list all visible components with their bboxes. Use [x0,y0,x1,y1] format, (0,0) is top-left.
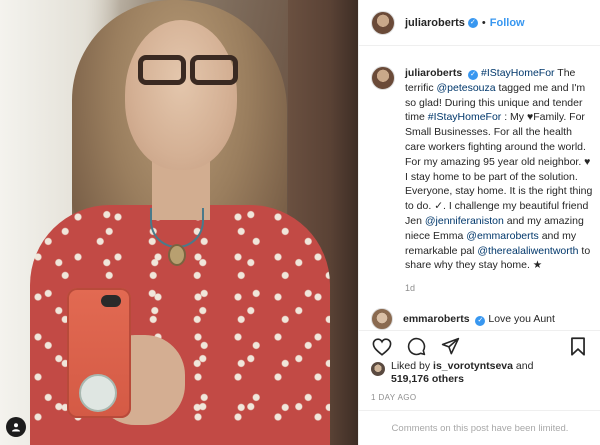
caption-link[interactable]: @petesouza [437,82,496,94]
heart-icon[interactable] [371,336,393,358]
liker-avatar[interactable] [371,362,385,376]
post-date[interactable]: 1 DAY AGO [371,393,417,402]
comment-row: emmaroberts ✓ Love you Aunt [371,308,593,330]
liker-username[interactable]: is_vorotyntseva [433,360,513,372]
caption-username[interactable]: juliaroberts [405,67,462,79]
likes-count-button[interactable]: 519,176 others [391,373,464,385]
caption-link[interactable]: @therealaliwentworth [477,245,578,257]
caption-body: juliaroberts ✓ #IStayHomeFor The terrifi… [405,66,593,273]
likes-and: and [513,360,534,372]
header-separator: • [481,16,486,29]
photo-phone [67,288,131,418]
caption-link[interactable]: #IStayHomeFor [481,67,555,79]
photo-glasses-left [138,55,186,85]
person-tag-icon[interactable] [6,417,26,437]
photo-phone-sticker [79,374,117,412]
photo-phone-camera [101,295,121,307]
comment-username[interactable]: emmaroberts [403,313,470,325]
photo-glasses-right [190,55,238,85]
commenter-avatar[interactable] [371,308,393,330]
caption-link[interactable]: #IStayHomeFor [428,111,502,123]
comments-limited-notice: Comments on this post have been limited. [359,410,600,445]
paper-plane-icon[interactable] [439,336,461,358]
post-caption: juliaroberts ✓ #IStayHomeFor The terrifi… [371,66,593,273]
caption-text: #IStayHomeFor The terrific @petesouza ta… [405,67,592,271]
comment-text: emmaroberts ✓ Love you Aunt [403,313,555,326]
verified-badge-icon: ✓ [467,17,478,28]
caption-timestamp[interactable]: 1d [405,283,415,293]
caption-link[interactable]: @jenniferaniston [425,215,504,227]
verified-badge-icon: ✓ [468,70,479,80]
follow-button[interactable]: Follow [490,17,525,29]
verified-badge-icon: ✓ [475,315,486,326]
caption-text-segment: : My ♥Family. For Small Businesses. For … [405,111,593,227]
action-bar [359,330,600,362]
bookmark-icon[interactable] [567,336,589,358]
comment-body: Love you Aunt [488,312,555,325]
post-header: juliaroberts ✓ • Follow [359,0,600,46]
photo-face [125,20,237,170]
caption-link[interactable]: @emmaroberts [466,230,539,242]
likes-prefix: Liked by [391,360,434,372]
author-username[interactable]: juliaroberts [405,17,465,29]
photo-pendant [168,244,186,266]
post-photo[interactable] [0,0,358,445]
caption-avatar[interactable] [371,66,395,90]
likes-summary: Liked by is_vorotyntseva and 519,176 oth… [371,360,533,386]
author-avatar[interactable] [371,10,395,35]
likes-text: Liked by is_vorotyntseva and 519,176 oth… [391,360,533,386]
post-side-panel: juliaroberts ✓ • Follow juliaroberts ✓ #… [358,0,600,445]
comment-bubble-icon[interactable] [405,336,427,358]
